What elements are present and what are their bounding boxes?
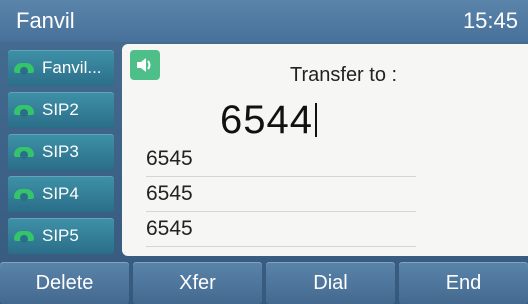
line-key-sip3[interactable]: SIP3 (8, 134, 114, 170)
line-key-label: SIP2 (42, 100, 79, 119)
suggestion-item[interactable]: 6545 (146, 142, 416, 177)
line-key-label: Fanvil... (42, 58, 102, 77)
phone-handset-icon (14, 229, 36, 243)
dialed-number: 6544 (220, 98, 313, 142)
line-key-sip4[interactable]: SIP4 (8, 176, 114, 212)
text-cursor (314, 103, 317, 137)
end-button[interactable]: End (399, 262, 528, 304)
line-key-sip5[interactable]: SIP5 (8, 218, 114, 254)
phone-screen: Fanvil 15:45 Fanvil... SIP2 SIP3 SIP4 SI… (0, 0, 528, 304)
suggestion-item[interactable]: 6545 (146, 212, 416, 247)
dial-input[interactable]: 6544 (220, 98, 317, 143)
line-key-label: SIP5 (42, 226, 79, 245)
transfer-panel: Transfer to : 6544 6545 6545 6545 (122, 44, 528, 256)
number-suggestions: 6545 6545 6545 (146, 142, 416, 247)
line-key-label: SIP3 (42, 142, 79, 161)
delete-button[interactable]: Delete (0, 262, 129, 304)
status-bar: Fanvil 15:45 (0, 0, 528, 42)
phone-handset-icon (14, 103, 36, 117)
xfer-button[interactable]: Xfer (133, 262, 262, 304)
line-key-sip2[interactable]: SIP2 (8, 92, 114, 128)
speaker-icon (130, 50, 160, 80)
suggestion-item[interactable]: 6545 (146, 177, 416, 212)
dial-button[interactable]: Dial (266, 262, 395, 304)
line-key-label: SIP4 (42, 184, 79, 203)
app-title: Fanvil (16, 8, 75, 33)
softkey-bar: Delete Xfer Dial End (0, 262, 528, 304)
line-key-fanvil[interactable]: Fanvil... (8, 50, 114, 86)
transfer-prompt: Transfer to : (290, 64, 398, 86)
clock: 15:45 (462, 8, 518, 33)
phone-handset-icon (14, 145, 36, 159)
phone-handset-icon (14, 187, 36, 201)
phone-handset-icon (14, 61, 36, 75)
